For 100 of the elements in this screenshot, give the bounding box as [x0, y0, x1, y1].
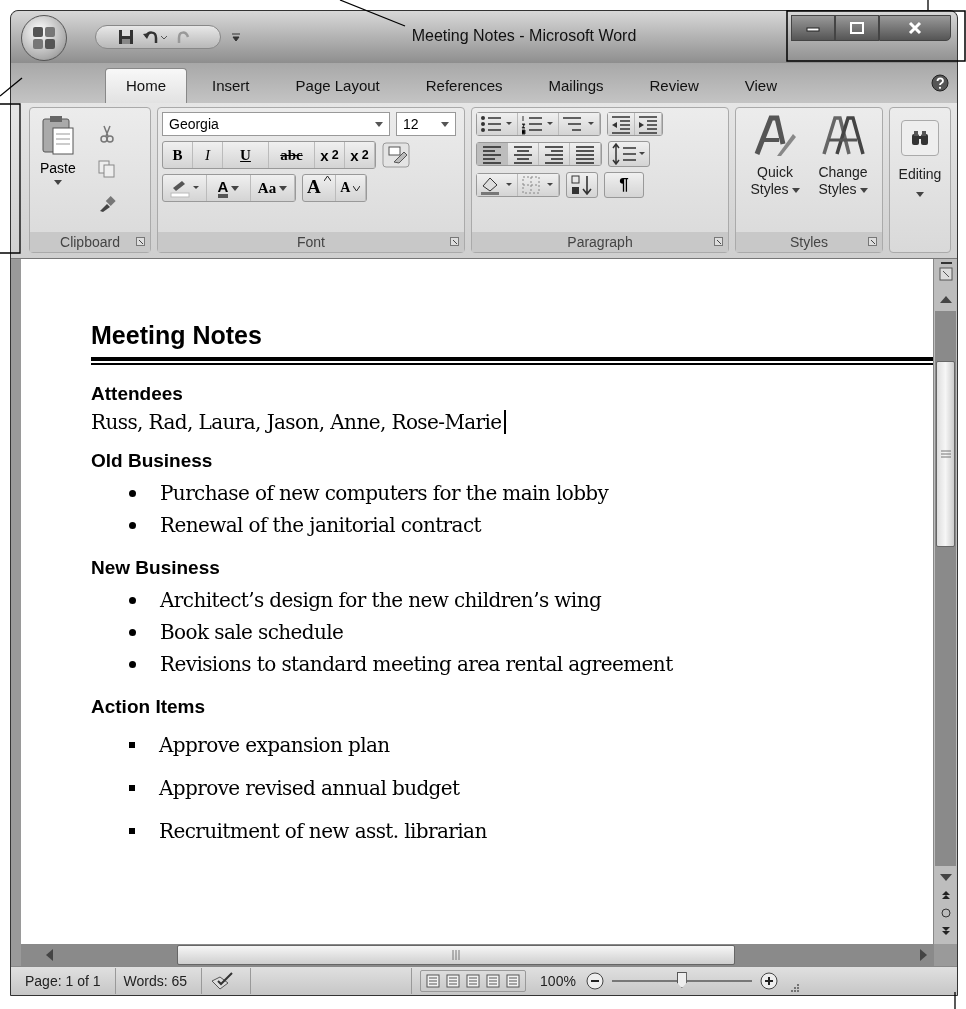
zoom-out-icon[interactable]: [585, 972, 604, 990]
zoom-in-icon[interactable]: [759, 972, 778, 990]
dialog-launcher-icon[interactable]: [868, 237, 877, 246]
group-label: Font: [297, 234, 325, 250]
leader-line: [927, 0, 929, 11]
sort-icon[interactable]: [566, 172, 598, 198]
highlighter-icon: [169, 178, 200, 198]
help-icon[interactable]: [931, 74, 949, 92]
up-caret-icon: [323, 176, 331, 181]
list-item: Book sale schedule: [160, 620, 344, 644]
square-bullet-icon: [129, 827, 135, 834]
scroll-left-icon[interactable]: [45, 949, 53, 961]
minimize-button[interactable]: [791, 15, 835, 41]
ribbon-tab[interactable]: Review: [628, 68, 720, 103]
align-left-icon[interactable]: [477, 143, 508, 165]
group-label: Styles: [789, 234, 829, 250]
scroll-right-icon[interactable]: [920, 949, 928, 961]
close-icon: [907, 21, 923, 35]
grow-font-button[interactable]: A: [303, 175, 336, 201]
scroll-thumb[interactable]: [936, 361, 955, 547]
ribbon-tab[interactable]: Page Layout: [274, 68, 401, 103]
leader-line: [954, 991, 956, 1009]
save-icon[interactable]: [118, 29, 134, 45]
page-count[interactable]: Page: 1 of 1: [25, 968, 116, 994]
format-button[interactable]: abc: [269, 142, 315, 168]
dialog-launcher-icon[interactable]: [450, 237, 459, 246]
next-page-icon[interactable]: [940, 926, 951, 936]
font-name-field[interactable]: Georgia: [162, 112, 390, 136]
numbering-icon[interactable]: [518, 113, 559, 135]
zoom-level[interactable]: 100%: [540, 973, 576, 989]
view-icon[interactable]: [505, 973, 522, 989]
binoculars-icon: [911, 130, 929, 146]
change-case-button[interactable]: Aa: [251, 175, 295, 201]
previous-page-icon[interactable]: [940, 890, 951, 900]
bullet-icon: [129, 596, 136, 604]
document-title: Meeting Notes: [91, 321, 263, 350]
list-item: Recruitment of new asst. librarian: [159, 818, 487, 843]
close-button[interactable]: [879, 15, 951, 41]
quick-styles-button[interactable]: Quick Styles: [742, 112, 808, 228]
show-formatting-button[interactable]: ¶: [604, 172, 644, 198]
scroll-up-icon[interactable]: [939, 295, 952, 303]
caret-icon: [353, 185, 361, 191]
bullet-icon: [129, 660, 136, 668]
minimize-icon: [805, 24, 821, 32]
dialog-launcher-icon[interactable]: [714, 237, 723, 246]
shrink-font-button[interactable]: A: [335, 175, 366, 201]
view-icon[interactable]: [445, 973, 462, 989]
ribbon-tab[interactable]: Mailings: [527, 68, 625, 103]
ribbon-tab[interactable]: View: [723, 68, 798, 103]
list-item: Architect’s design for the new children’s wing: [160, 588, 602, 612]
section-heading: Attendees: [91, 383, 184, 405]
shading-icon[interactable]: [477, 174, 518, 196]
ribbon-tab[interactable]: Home: [105, 68, 187, 103]
caret-icon: [441, 121, 449, 127]
bullets-icon[interactable]: [477, 113, 518, 135]
font-size-field[interactable]: 12: [396, 112, 456, 136]
decrease-indent-icon[interactable]: [608, 113, 635, 135]
resize-grip-icon[interactable]: [789, 983, 800, 993]
list-item: Revisions to standard meeting area rental agreement: [160, 652, 673, 676]
leader-line: [0, 77, 23, 97]
section-heading: Action Items: [91, 696, 207, 718]
undo-icon[interactable]: [142, 29, 168, 45]
view-icon[interactable]: [465, 973, 482, 989]
ribbon-tab[interactable]: References: [404, 68, 524, 103]
zoom-slider-thumb[interactable]: [676, 972, 687, 988]
window-title: Meeting Notes - Microsoft Word: [411, 27, 637, 45]
scroll-thumb[interactable]: [177, 945, 735, 965]
maximize-button[interactable]: [835, 15, 879, 41]
paste-button[interactable]: Paste: [34, 112, 82, 228]
change-styles-button[interactable]: Change Styles: [810, 112, 876, 228]
ribbon-tab[interactable]: Insert: [191, 68, 271, 103]
scroll-down-icon[interactable]: [939, 874, 952, 882]
office-button[interactable]: [21, 15, 67, 61]
view-icon[interactable]: [425, 973, 442, 989]
format-button[interactable]: I: [193, 142, 223, 168]
word-count[interactable]: Words: 65: [123, 968, 203, 994]
list-item: Renewal of the janitorial contract: [160, 513, 481, 537]
horizontal-scrollbar[interactable]: [21, 944, 934, 966]
group-label: Clipboard: [60, 234, 120, 250]
dialog-launcher-icon[interactable]: [136, 237, 145, 246]
bullet-icon: [129, 489, 136, 497]
caret-icon: [916, 192, 924, 197]
customize-toolbar-icon[interactable]: [231, 31, 241, 43]
brush-letter-icon: [753, 114, 797, 158]
format-button[interactable]: B: [163, 142, 193, 168]
line-spacing-icon[interactable]: [608, 141, 650, 167]
caret-icon: [375, 121, 383, 127]
caret-icon: [279, 185, 288, 191]
font-color-button[interactable]: A: [207, 175, 251, 201]
leader-line: [339, 0, 406, 27]
group-label: Paragraph: [567, 234, 633, 250]
vertical-scrollbar[interactable]: [933, 259, 957, 944]
cut-icon[interactable]: [97, 124, 116, 143]
list-item: Approve expansion plan: [159, 732, 390, 757]
square-bullet-icon: [129, 784, 135, 791]
editing-button[interactable]: Editing: [889, 107, 951, 253]
clear-formatting-icon[interactable]: [382, 142, 410, 168]
view-icon[interactable]: [485, 973, 502, 989]
format-button[interactable]: U: [223, 142, 269, 168]
browse-object-icon[interactable]: [940, 908, 951, 918]
